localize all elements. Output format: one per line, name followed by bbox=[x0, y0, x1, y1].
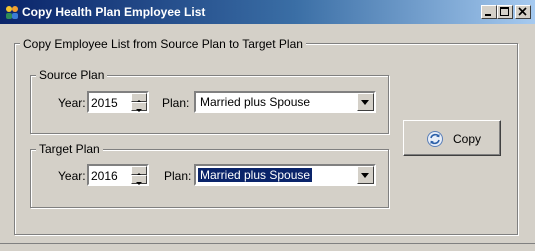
chevron-down-icon bbox=[361, 173, 369, 178]
minimize-button[interactable] bbox=[481, 5, 497, 19]
source-year-up-button[interactable] bbox=[131, 93, 147, 103]
maximize-icon bbox=[500, 7, 509, 16]
target-year-value: 2016 bbox=[91, 169, 118, 183]
source-plan-dropdown-button[interactable] bbox=[357, 93, 374, 111]
target-year-down-button[interactable] bbox=[131, 175, 147, 185]
copy-group-legend: Copy Employee List from Source Plan to T… bbox=[20, 37, 306, 51]
close-button[interactable] bbox=[515, 5, 531, 19]
target-plan-select[interactable]: Married plus Spouse bbox=[194, 164, 376, 186]
target-plan-label: Plan: bbox=[164, 169, 192, 183]
source-plan-legend: Source Plan bbox=[36, 68, 108, 82]
target-plan-value: Married plus Spouse bbox=[198, 168, 313, 182]
target-year-spinner[interactable]: 2016 bbox=[87, 164, 149, 186]
source-year-value: 2015 bbox=[91, 96, 118, 110]
source-plan-select[interactable]: Married plus Spouse bbox=[194, 91, 376, 113]
source-year-spinner[interactable]: 2015 bbox=[87, 91, 149, 113]
title-bar[interactable]: Copy Health Plan Employee List bbox=[0, 0, 535, 24]
minimize-icon bbox=[485, 14, 491, 16]
refresh-copy-icon bbox=[427, 131, 443, 147]
target-year-label: Year: bbox=[58, 169, 86, 183]
target-year-up-button[interactable] bbox=[131, 166, 147, 176]
copy-button[interactable]: Copy bbox=[403, 120, 501, 156]
source-year-label: Year: bbox=[58, 96, 86, 110]
target-plan-dropdown-button[interactable] bbox=[357, 166, 374, 184]
people-icon bbox=[6, 6, 18, 19]
source-plan-value: Married plus Spouse bbox=[200, 95, 311, 109]
maximize-button[interactable] bbox=[497, 5, 513, 19]
source-year-down-button[interactable] bbox=[131, 102, 147, 112]
copy-button-label: Copy bbox=[453, 132, 482, 146]
window-title: Copy Health Plan Employee List bbox=[22, 5, 206, 19]
close-icon bbox=[518, 7, 527, 16]
chevron-down-icon bbox=[361, 100, 369, 105]
chevron-down-icon bbox=[136, 109, 142, 112]
source-plan-label: Plan: bbox=[162, 96, 190, 110]
chevron-down-icon bbox=[136, 182, 142, 185]
target-plan-legend: Target Plan bbox=[36, 142, 103, 156]
